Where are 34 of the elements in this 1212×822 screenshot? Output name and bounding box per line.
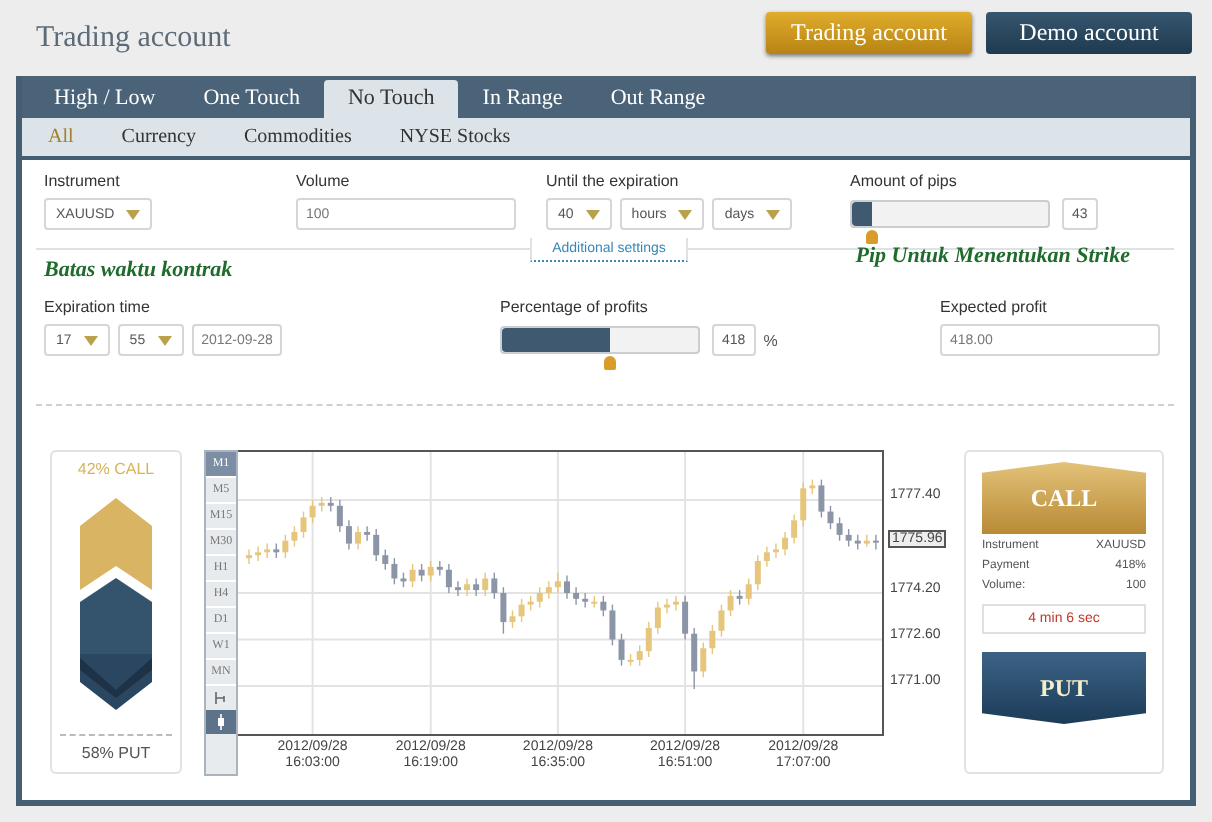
candle: [564, 574, 570, 600]
candle: [246, 548, 252, 565]
chart-type-icon[interactable]: [206, 710, 236, 734]
call-percentage: 42% CALL: [77, 460, 155, 478]
annotation-text: Batas waktu kontrak: [44, 258, 233, 282]
field-label: Amount of pips: [850, 172, 959, 190]
put-percentage: 58% PUT: [81, 744, 151, 762]
tab[interactable]: No Touch: [323, 80, 459, 118]
tab[interactable]: High / Low: [30, 80, 180, 118]
field-label: Expected profit: [940, 298, 1049, 316]
tab[interactable]: One Touch: [179, 80, 324, 118]
slider-handle[interactable]: [865, 230, 878, 244]
field-label: Instrument: [44, 172, 122, 190]
put-button[interactable]: PUT: [982, 652, 1146, 724]
field-label: Until the expiration: [546, 172, 681, 190]
caret-icon: [766, 209, 781, 219]
page-title: Trading account: [34, 21, 231, 55]
tab[interactable]: Out Range: [586, 80, 730, 118]
field-label: Volume: [296, 172, 352, 190]
caret-icon: [678, 209, 693, 219]
category-tab[interactable]: Commodities: [244, 126, 352, 148]
caret-icon: [83, 335, 98, 345]
category-tab[interactable]: NYSE Stocks: [399, 126, 511, 148]
caret-icon: [585, 209, 600, 219]
field-label: Percentage of profits: [500, 298, 650, 316]
tab[interactable]: In Range: [458, 80, 587, 118]
unit-label: %: [763, 331, 778, 349]
category-tab[interactable]: Currency: [121, 126, 196, 148]
caret-icon: [157, 335, 172, 345]
caret-icon: [126, 209, 141, 219]
annotation-text: Pip Untuk Menentukan Strike: [855, 244, 1130, 268]
account-button[interactable]: Demo account: [986, 11, 1192, 53]
slider-handle[interactable]: [603, 356, 616, 370]
field-label: Expiration time: [44, 298, 152, 316]
